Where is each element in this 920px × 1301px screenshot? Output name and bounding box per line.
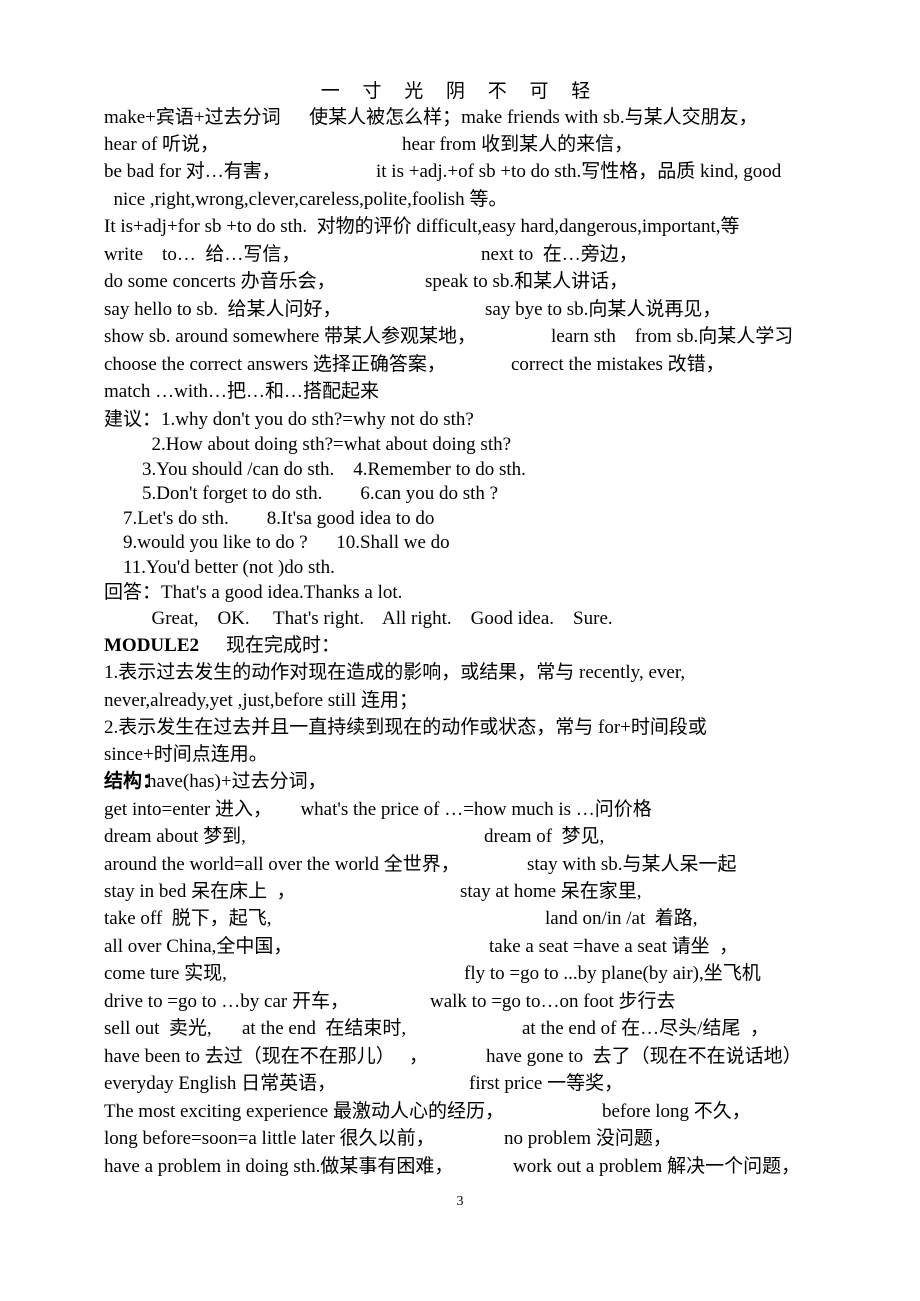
page-header: 一 寸 光 阴 不 可 轻 [320,81,600,102]
text-segment: 2.How about doing sth?=what about doing … [104,434,512,455]
text-segment: 2.表示发生在过去并且一直持续到现在的动作或状态，常与 for+时间段或 [104,717,707,738]
text-segment: nice ,right,wrong,clever,careless,polite… [104,189,508,210]
text-segment-column-2: stay at home 呆在家里, [460,881,642,902]
text-segment: stay in bed 呆在床上 ， [104,881,296,902]
text-segment: take off 脱下，起飞, [104,908,272,929]
text-segment: sell out 卖光, [104,1018,212,1039]
text-segment: never,already,yet ,just,before still 连用； [104,690,419,711]
text-segment: drive to =go to …by car 开车， [104,991,350,1012]
text-segment: 建议：1.why don't you do sth?=why not do st… [104,409,474,430]
text-segment-column-2: have gone to 去了（现在不在说话地） [486,1046,802,1067]
text-segment-column-2: land on/in /at 着路, [545,908,698,929]
text-segment: make+宾语+过去分词 使某人被怎么样；make friends with s… [104,107,758,128]
text-segment-column-2: work out a problem 解决一个问题， [513,1156,801,1177]
text-segment: dream about 梦到, [104,826,246,847]
text-segment-column-2: dream of 梦见, [484,826,605,847]
text-segment: come ture 实现, [104,963,227,984]
text-segment-column-2: first price 一等奖， [469,1073,624,1094]
text-segment: 回答：That's a good idea.Thanks a lot. [104,582,403,603]
text-segment-column-2: no problem 没问题， [504,1128,672,1149]
text-segment-column-2: 现在完成时： [226,635,341,656]
text-segment: show sb. around somewhere 带某人参观某地， [104,326,477,347]
text-segment-column-2: before long 不久， [602,1101,751,1122]
text-segment: The most exciting experience 最激动人心的经历， [104,1101,504,1122]
text-segment: around the world=all over the world 全世界， [104,854,460,875]
text-segment-column-2: stay with sb.与某人呆一起 [527,854,737,875]
text-segment-column-2: speak to sb.和某人讲话， [425,271,629,292]
text-segment: get into=enter 进入， what's the price of …… [104,799,652,820]
text-segment-column-2: fly to =go to ...by plane(by air),坐飞机 [464,963,761,984]
text-segment: 9.would you like to do ? 10.Shall we do [104,532,450,553]
text-segment-column-2: at the end 在结束时, [242,1018,407,1039]
text-segment-column-2: learn sth from sb.向某人学习 [551,326,794,347]
document-page: 一 寸 光 阴 不 可 轻 make+宾语+过去分词 使某人被怎么样；make … [0,0,920,1301]
text-segment: all over China,全中国， [104,936,293,957]
text-segment: be bad for 对…有害， [104,161,281,182]
text-segment: have a problem in doing sth.做某事有困难， [104,1156,454,1177]
text-segment-column-2: walk to =go to…on foot 步行去 [430,991,676,1012]
text-segment: do some concerts 办音乐会， [104,271,336,292]
text-segment-column-2: hear from 收到某人的来信， [402,134,634,155]
text-segment: 3.You should /can do sth. 4.Remember to … [104,459,526,480]
text-segment: since+时间点连用。 [104,744,268,765]
text-segment: have been to 去过（现在不在那儿） ， [104,1046,429,1067]
text-segment: say hello to sb. 给某人问好， [104,299,342,320]
text-segment: match …with…把…和…搭配起来 [104,381,379,402]
text-segment: Great, OK. That's right. All right. Good… [104,608,613,629]
text-segment: everyday English 日常英语， [104,1073,337,1094]
text-segment: 11.You'd better (not )do sth. [104,557,335,578]
text-segment: long before=soon=a little later 很久以前， [104,1128,435,1149]
text-segment-column-2: correct the mistakes 改错， [511,354,725,375]
text-segment: 1.表示过去发生的动作对现在造成的影响，或结果，常与 recently, eve… [104,662,686,683]
text-segment: write to… 给…写信， [104,244,301,265]
text-segment-column-2: it is +adj.+of sb +to do sth.写性格，品质 kind… [376,161,782,182]
text-segment: 7.Let's do sth. 8.It'sa good idea to do [104,508,435,529]
text-segment-column-2: next to 在…旁边， [481,244,638,265]
page-number: 3 [456,1194,464,1209]
text-segment-column-2: take a seat =have a seat 请坐 ， [489,936,739,957]
text-segment-column-2: have(has)+过去分词， [147,771,327,792]
text-segment: It is+adj+for sb +to do sth. 对物的评价 diffi… [104,216,740,237]
text-segment-column-3: at the end of 在…尽头/结尾 ， [522,1018,769,1039]
text-segment: MODULE2 [104,635,199,656]
text-segment: choose the correct answers 选择正确答案， [104,354,446,375]
text-segment: 5.Don't forget to do sth. 6.can you do s… [104,483,499,504]
text-segment: hear of 听说， [104,134,220,155]
text-segment-column-2: say bye to sb.向某人说再见， [485,299,722,320]
